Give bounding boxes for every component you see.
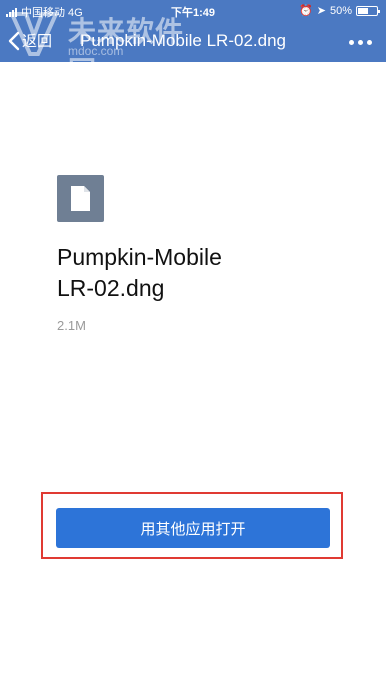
battery-icon — [356, 5, 380, 16]
alarm-icon: ⏰ — [299, 5, 313, 17]
battery-label: 50% — [329, 4, 352, 17]
location-icon: ➤ — [316, 5, 326, 17]
more-dot-icon — [349, 40, 354, 45]
page-title: Pumpkin-Mobile LR-02.dng — [80, 31, 286, 50]
more-menu-button[interactable] — [349, 40, 372, 45]
status-bar: 中国移动 4G 下午1:49 ⏰ ➤ 50% — [0, 0, 386, 22]
document-icon — [71, 186, 90, 211]
file-name-line-2: LR-02.dng — [57, 275, 165, 301]
nav-bar: 返回 Pumpkin-Mobile LR-02.dng — [0, 22, 386, 62]
more-dot-icon — [367, 40, 372, 45]
more-dot-icon — [358, 40, 363, 45]
open-with-other-app-button[interactable]: 用其他应用打开 — [56, 508, 330, 548]
chevron-left-icon — [8, 31, 20, 50]
back-label: 返回 — [22, 33, 53, 50]
file-type-icon — [57, 175, 104, 222]
file-name-line-1: Pumpkin-Mobile — [57, 244, 222, 270]
app-header: 中国移动 4G 下午1:49 ⏰ ➤ 50% 返回 Pumpkin-Mobile… — [0, 0, 386, 87]
file-name: Pumpkin-Mobile LR-02.dng — [57, 242, 317, 304]
file-size: 2.1M — [57, 318, 86, 333]
back-button[interactable]: 返回 — [8, 30, 52, 51]
status-right: ⏰ ➤ 50% — [299, 4, 380, 17]
